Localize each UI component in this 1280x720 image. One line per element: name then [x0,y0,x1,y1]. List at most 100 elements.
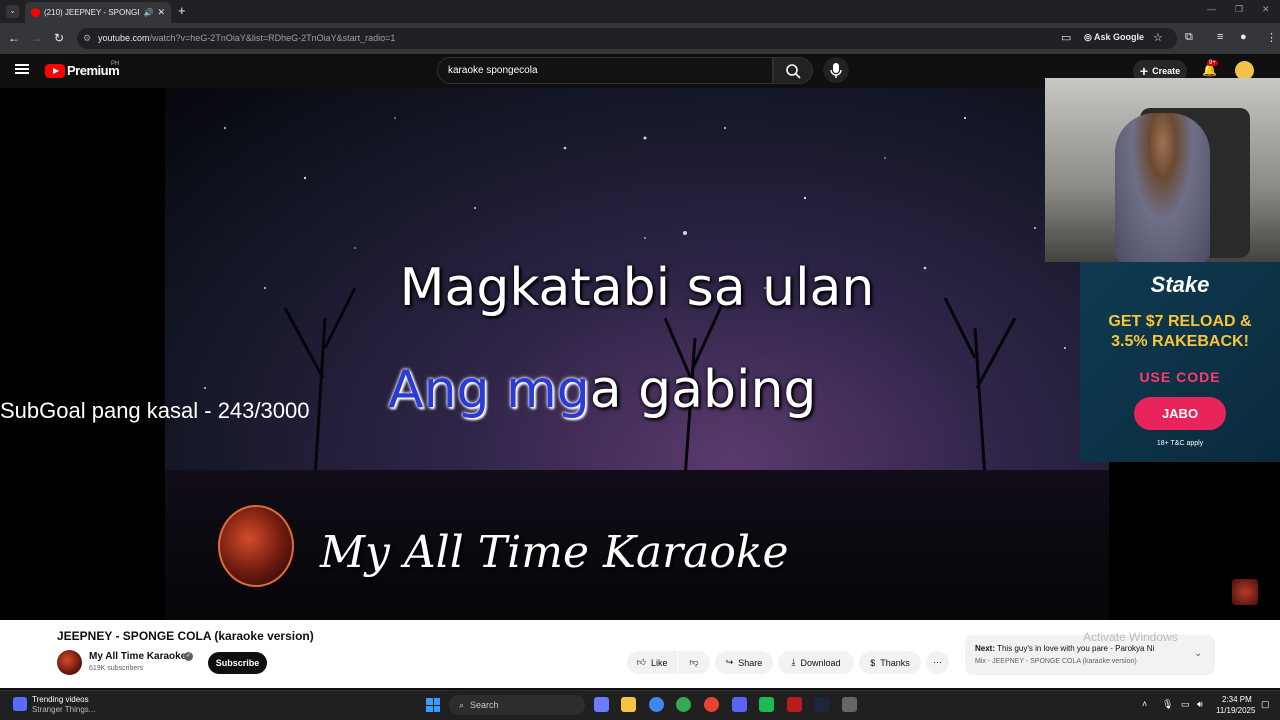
widgets-icon[interactable] [13,697,27,711]
bookmark-star-icon[interactable]: ☆ [1153,31,1163,44]
ad-brand: Stake [1150,272,1210,297]
share-label: Share [738,657,763,668]
download-button[interactable]: ⤓ Download [778,651,854,674]
media-control-icon[interactable]: ≡ [1217,31,1223,43]
more-icon: ⋯ [933,657,942,667]
tab-title: (210) JEEPNEY - SPONGE C [44,8,140,17]
subgoal-overlay: SubGoal pang kasal - 243/3000 [0,398,310,423]
youtube-logo-icon[interactable] [45,64,65,78]
next-title-text: This guy's in love with you pare - Parok… [997,644,1155,653]
voice-search-button[interactable] [823,57,849,83]
reload-icon[interactable]: ↻ [51,31,67,45]
site-info-icon[interactable]: ⚙ [83,33,91,44]
verified-check-icon: ✓ [184,652,193,661]
notification-badge: 9+ [1207,60,1218,66]
channel-name[interactable]: My All Time Karaoke [89,651,186,662]
mic-tray-icon[interactable]: 🎙︎ [1162,699,1173,710]
speaker-icon[interactable]: 🔊 [143,8,153,17]
search-icon: ⌕ [459,699,465,710]
browser-tabstrip [0,0,1280,23]
youtube-favicon-icon [31,8,40,17]
tool-app-icon[interactable] [842,697,857,712]
channel-branding-thumbnail[interactable] [1232,579,1258,605]
url-text[interactable]: youtube.com/watch?v=heG-2TnOiaY&list=RDh… [98,33,395,43]
lyric-rest: a gabing [589,360,817,420]
thanks-icon: $ [870,657,876,668]
activate-windows-watermark: Activate Windows [1083,630,1178,644]
cast-icon[interactable]: ▭ [1061,31,1071,44]
channel-avatar[interactable] [57,650,82,675]
thanks-button[interactable]: $ Thanks [859,651,921,674]
browser-tab[interactable]: (210) JEEPNEY - SPONGE C 🔊 ✕ [25,2,171,23]
thanks-label: Thanks [880,657,910,668]
taskbar-search-label: Search [470,700,499,710]
thumbs-up-icon: 👍︎ [636,657,646,667]
file-explorer-icon[interactable] [621,697,636,712]
microphone-icon [830,63,842,78]
lens-icon: ◎ [1084,32,1095,42]
search-query-text[interactable]: karaoke spongecola [448,65,538,76]
streaming-app-icon[interactable] [787,697,802,712]
download-label: Download [800,657,841,668]
search-icon [786,64,801,79]
search-button[interactable] [773,57,813,84]
notification-center-icon[interactable]: ▢ [1261,699,1270,710]
url-path: /watch?v=heG-2TnOiaY&list=RDheG-2TnOiaY&… [149,33,396,43]
widget-subtitle[interactable]: Stranger Things... [32,705,95,714]
tab-close-icon[interactable]: ✕ [157,7,165,18]
create-label: Create [1152,66,1181,76]
clock-time[interactable]: 2:34 PM [1222,695,1252,704]
tray-chevron-icon[interactable]: ˄ [1142,699,1147,709]
url-host: youtube.com [98,33,150,43]
video-title: JEEPNEY - SPONGE COLA (karaoke version) [57,629,314,643]
region-code: PH [111,61,120,67]
up-next-title[interactable]: Next: This guy's in love with you pare -… [975,644,1155,653]
clock-date[interactable]: 11/19/2025 [1216,706,1255,715]
network-icon[interactable]: ▭ [1181,699,1190,710]
subscribe-button[interactable]: Subscribe [208,652,267,674]
ad-code-button: JABO [1134,397,1226,430]
karaoke-fist-logo [218,505,294,587]
channel-watermark: My All Time Karaoke [320,527,789,578]
plus-icon: + [1139,63,1149,79]
share-icon: ↪ [725,657,734,667]
lyric-highlight: Ang mg [388,360,590,420]
taskbar-search[interactable]: ⌕ Search [449,695,585,715]
like-label: Like [650,657,668,668]
lyric-line-1: Magkatabi sa ulan [399,258,875,318]
steam-icon[interactable] [814,697,829,712]
minimize-icon[interactable]: — [1207,4,1216,14]
browser-menu-icon[interactable]: ⋮ [1266,31,1277,44]
up-next-subtitle: Mix - JEEPNEY - SPONGE COLA (karaoke ver… [975,658,1137,665]
like-button[interactable]: 👍︎ Like [627,651,677,674]
windows-start-icon[interactable] [426,698,440,712]
volume-icon[interactable]: 🔊︎ [1197,699,1203,710]
chrome-icon[interactable] [649,697,664,712]
forward-icon[interactable]: → [28,31,44,45]
next-prefix: Next: [975,644,996,653]
tab-search-button[interactable]: ⌄ [6,5,19,18]
new-tab-icon[interactable]: + [178,3,186,18]
widget-title[interactable]: Trending videos [32,695,89,704]
chevron-down-icon[interactable]: ⌄ [1194,648,1202,659]
subscriber-count: 619K subscribers [89,665,144,672]
back-icon[interactable]: ← [6,31,22,45]
dislike-button[interactable]: 👎︎ [678,651,710,674]
guide-menu-icon[interactable] [15,64,29,74]
extensions-icon[interactable]: ⧉ [1185,31,1193,44]
app-icon[interactable] [759,697,774,712]
ad-headline: GET $7 RELOAD & 3.5% RAKEBACK! [1108,313,1252,350]
thumbs-down-icon: 👎︎ [689,657,699,667]
more-actions-button[interactable]: ⋯ [926,651,949,674]
copilot-icon[interactable] [594,697,609,712]
chrome-profile-icon[interactable] [676,697,691,712]
ad-terms: 18+ T&C apply [1156,440,1204,447]
webcam-person [1115,113,1210,262]
maximize-icon[interactable]: ❐ [1235,4,1243,15]
discord-icon[interactable] [732,697,747,712]
ask-google-button[interactable]: ◎ Ask Google [1084,32,1144,43]
profile-icon[interactable]: ● [1240,31,1247,43]
close-window-icon[interactable]: ✕ [1262,4,1270,15]
share-button[interactable]: ↪ Share [715,651,773,674]
chrome-active-icon[interactable] [704,697,719,712]
